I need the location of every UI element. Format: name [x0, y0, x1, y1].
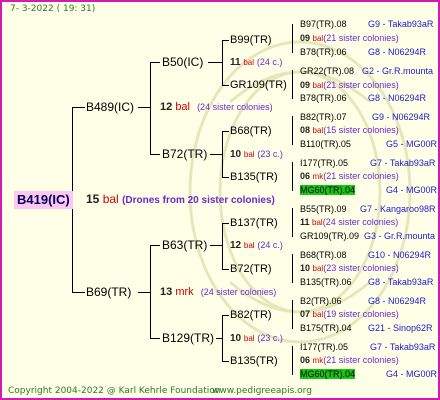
highlighted-entry: MG60(TR).04: [300, 185, 356, 195]
tree-line: [222, 315, 223, 361]
gen4-entry[interactable]: MG60(TR).04 G4 - MG00R: [300, 185, 437, 196]
gen3-mating-info: 10 bal(23 sister colonies): [300, 263, 399, 273]
gen4-entry[interactable]: GR109(TR).09 G3 - Gr.R.mounta: [300, 231, 435, 242]
root-queen[interactable]: B419(IC): [14, 191, 73, 209]
gen2-queen[interactable]: B129(TR): [162, 331, 214, 345]
gen3-queen[interactable]: B68(TR): [230, 124, 272, 138]
gen3-mating-info: 09 bal(21 sister colonies): [300, 33, 399, 43]
gen4-entry[interactable]: I177(TR).05 G7 - Takab93aR: [300, 158, 435, 169]
tree-line: [222, 269, 229, 270]
gen2-mating-info: 11 bal (24 c.): [230, 57, 283, 68]
tree-line: [138, 292, 150, 293]
tree-line: [222, 315, 229, 316]
gen3-mating-info: 07 bal(19 sister colonies): [300, 309, 399, 319]
gen2-mating-info: 10 bal (23 c.): [230, 149, 283, 160]
tree-line: [222, 223, 223, 269]
gen4-entry[interactable]: B2(TR).06 G8 - N06294R: [300, 296, 426, 307]
tree-line: [72, 292, 85, 293]
tree-line: [216, 338, 222, 339]
gen3-queen[interactable]: GR109(TR): [230, 78, 287, 92]
gen2-mating-info: 12 bal (24 c.): [230, 240, 283, 251]
tree-line: [292, 116, 293, 145]
tree-line: [292, 70, 293, 99]
tree-line: [292, 162, 293, 191]
gen4-entry[interactable]: MG60(TR).04 G4 - MG00R: [300, 369, 437, 380]
gen3-mating-info: 11 bal(24 sister colonies): [300, 217, 399, 227]
gen2-queen[interactable]: B50(IC): [162, 55, 203, 69]
gen4-entry[interactable]: B135(TR).06 G8 - Takab93aR: [300, 277, 433, 288]
tree-line: [222, 131, 223, 177]
header-datetime: 7- 3-2022 ( 19: 31): [10, 4, 96, 14]
tree-line: [72, 107, 85, 108]
gen4-entry[interactable]: B68(TR).08 G10 - N06294R: [300, 250, 431, 261]
gen3-queen[interactable]: B135(TR): [230, 170, 278, 184]
gen3-queen[interactable]: B135(TR): [230, 354, 278, 368]
gen3-queen[interactable]: B137(TR): [230, 216, 278, 230]
footer-site-link[interactable]: www.pedigreeapis.org: [212, 386, 312, 396]
tree-line: [150, 62, 151, 154]
gen4-entry[interactable]: B97(TR).08 G9 - Takab93aR: [300, 19, 433, 30]
gen4-entry[interactable]: B110(TR).05 G5 - MG00R: [300, 139, 437, 150]
gen1-queen[interactable]: B489(IC): [86, 100, 134, 114]
root-mating-info: 15 bal (Drones from 20 sister colonies): [86, 192, 275, 206]
tree-line: [292, 254, 293, 283]
tree-line: [150, 62, 160, 63]
tree-line: [222, 40, 223, 85]
tree-line: [292, 346, 293, 375]
gen3-queen[interactable]: B72(TR): [230, 262, 272, 276]
gen3-mating-info: 06 mk(21 sister colonies): [300, 171, 399, 181]
tree-line: [222, 85, 229, 86]
gen3-mating-info: 08 bal(15 sister colonies): [300, 125, 399, 135]
gen4-entry[interactable]: B55(TR).09 G7 - Kangaroo98R: [300, 204, 436, 215]
tree-line: [292, 208, 293, 237]
tree-line: [222, 177, 229, 178]
tree-line: [222, 223, 229, 224]
gen4-entry[interactable]: B82(TR).07 G9 - N06294R: [300, 112, 430, 123]
gen1-queen[interactable]: B69(TR): [86, 285, 131, 299]
tree-line: [210, 154, 222, 155]
gen2-queen[interactable]: B63(TR): [162, 238, 207, 252]
gen4-entry[interactable]: B175(TR).04 G21 - Sinop62R: [300, 323, 433, 334]
tree-line: [222, 131, 229, 132]
tree-line: [150, 245, 160, 246]
tree-line: [150, 154, 160, 155]
gen4-entry[interactable]: B78(TR).06 G8 - N06294R: [300, 47, 426, 58]
gen4-entry[interactable]: B78(TR).06 G8 - N06294R: [300, 93, 426, 104]
gen2-mating-info: 10 bal (23 c.): [230, 333, 283, 344]
tree-line: [292, 300, 293, 329]
highlighted-entry: MG60(TR).04: [300, 369, 356, 379]
tree-line: [150, 338, 160, 339]
gen3-mating-info: 06 mk(21 sister colonies): [300, 355, 399, 365]
tree-line: [222, 361, 229, 362]
gen3-mating-info: 09 bal(21 sister colonies): [300, 80, 399, 90]
footer-copyright: Copyright 2004-2022 @ Karl Kehrle Founda…: [8, 386, 221, 396]
tree-line: [208, 62, 222, 63]
tree-line: [150, 245, 151, 338]
gen1-mating-info: 12 bal (24 sister colonies): [160, 101, 273, 113]
tree-line: [292, 24, 293, 53]
gen4-entry[interactable]: GR22(TR).08 G2 - Gr.R.mounta: [300, 66, 433, 77]
gen2-queen[interactable]: B72(TR): [162, 147, 207, 161]
gen3-queen[interactable]: B99(TR): [230, 33, 272, 47]
tree-line: [210, 245, 222, 246]
tree-line: [222, 40, 229, 41]
tree-line: [138, 107, 150, 108]
gen1-mating-info: 13 mrk (24 sister colonies): [160, 286, 277, 298]
gen4-entry[interactable]: I177(TR).05 G7 - Takab93aR: [300, 342, 435, 353]
gen3-queen[interactable]: B82(TR): [230, 308, 272, 322]
